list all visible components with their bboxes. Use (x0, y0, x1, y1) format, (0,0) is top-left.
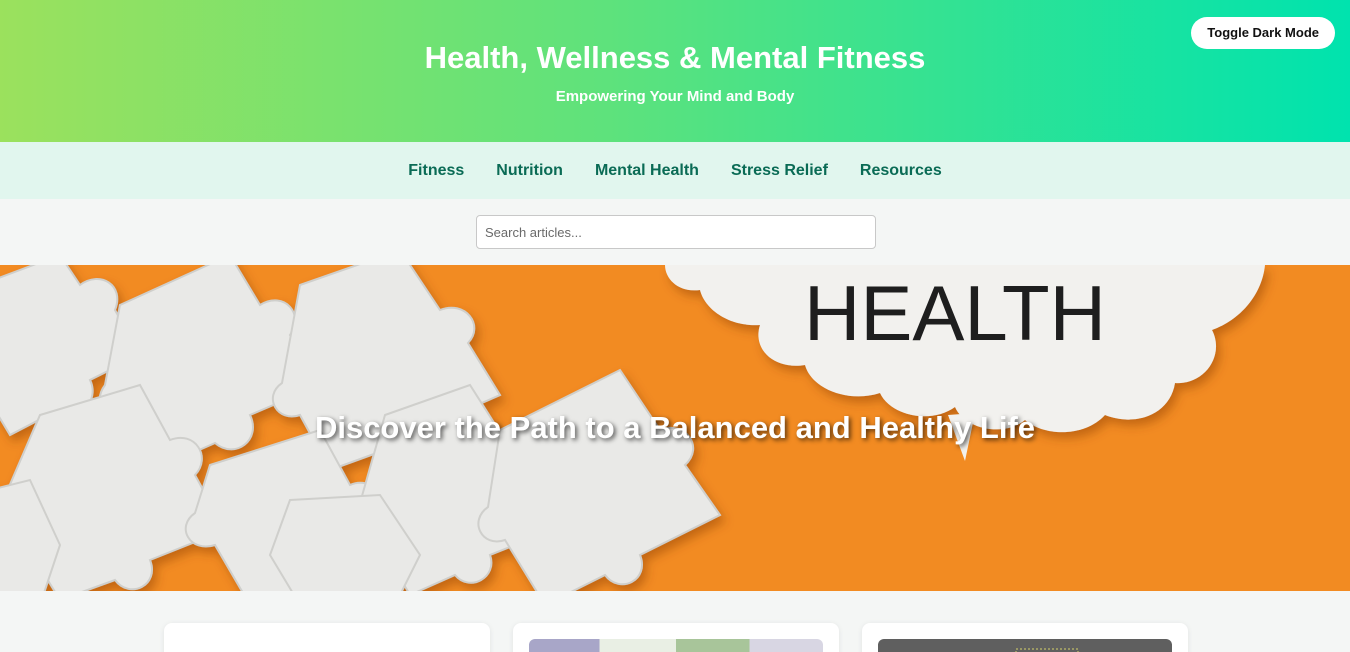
site-title: Health, Wellness & Mental Fitness (424, 40, 926, 75)
card-image (180, 639, 474, 652)
search-bar (0, 199, 1350, 265)
card-image-graphic (180, 639, 474, 652)
main-nav: Fitness Nutrition Mental Health Stress R… (0, 142, 1350, 199)
nav-item-fitness[interactable]: Fitness (408, 162, 464, 180)
hero-title: Discover the Path to a Balanced and Heal… (314, 410, 1036, 445)
card-image-graphic (1015, 648, 1079, 652)
card-image (529, 639, 823, 652)
site-subtitle: Empowering Your Mind and Body (555, 88, 795, 105)
search-input[interactable] (476, 215, 876, 249)
card-image (878, 639, 1172, 652)
site-header: Health, Wellness & Mental Fitness Empowe… (0, 0, 1350, 142)
article-card[interactable] (513, 623, 839, 652)
article-card[interactable] (164, 623, 490, 652)
article-card[interactable] (862, 623, 1188, 652)
nav-item-stress-relief[interactable]: Stress Relief (731, 162, 828, 180)
hero-image-text: HEALTH (804, 269, 1106, 357)
nav-item-resources[interactable]: Resources (860, 162, 942, 180)
article-cards (0, 591, 1350, 652)
toggle-dark-mode-button[interactable]: Toggle Dark Mode (1191, 17, 1335, 49)
nav-item-mental-health[interactable]: Mental Health (595, 162, 699, 180)
hero-banner: HEALTH Discover the Path to a Balanced a… (0, 265, 1350, 591)
nav-item-nutrition[interactable]: Nutrition (496, 162, 563, 180)
